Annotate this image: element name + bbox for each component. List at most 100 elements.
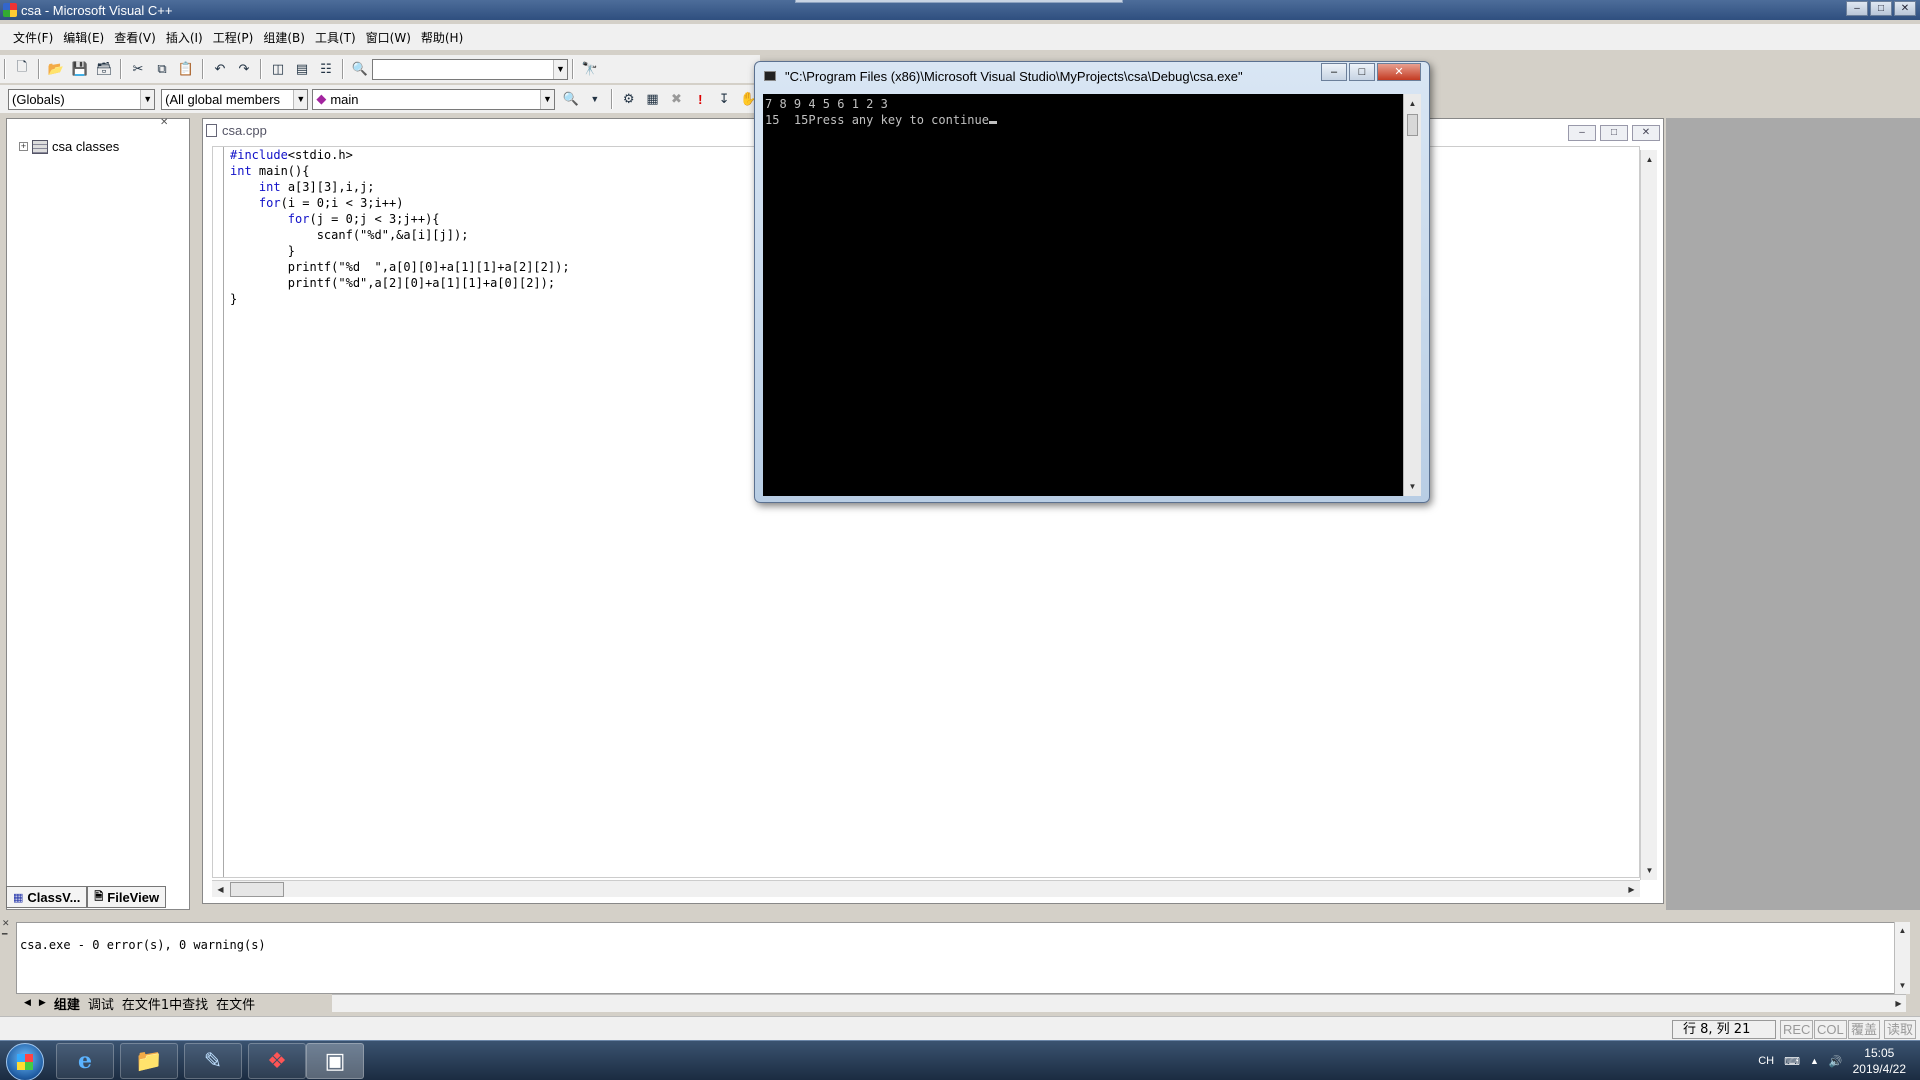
menu-help[interactable]: 帮助(H) xyxy=(416,29,468,46)
menu-file[interactable]: 文件(F) xyxy=(8,29,58,46)
code-line[interactable]: for(j = 0;j < 3;j++){ xyxy=(230,211,570,227)
output-pane-grip[interactable]: ✕ ━ xyxy=(2,918,16,1008)
console-icon[interactable] xyxy=(764,71,776,81)
open-folder-icon[interactable]: 📂 xyxy=(46,59,66,79)
dropdown-arrow-icon[interactable]: ▼ xyxy=(539,89,554,109)
scroll-down-icon[interactable]: ▼ xyxy=(1405,479,1420,494)
console-output[interactable]: 7 8 9 4 5 6 1 2 3 15 15Press any key to c… xyxy=(763,94,1403,496)
scroll-right-icon[interactable]: ▶ xyxy=(1624,882,1639,897)
menu-build[interactable]: 组建(B) xyxy=(258,29,310,46)
console-maximize-button[interactable]: □ xyxy=(1349,63,1375,81)
tab-find-in-files-1[interactable]: 在文件1中查找 xyxy=(118,994,212,1013)
visual-cpp-taskbar-icon[interactable]: ❖ xyxy=(248,1043,306,1079)
tree-root-item[interactable]: + csa classes xyxy=(19,139,119,154)
tab-build[interactable]: 组建 xyxy=(50,994,84,1013)
horizontal-scroll-thumb[interactable] xyxy=(230,882,284,897)
scroll-down-icon[interactable]: ▼ xyxy=(1642,863,1657,878)
console-scroll-thumb[interactable] xyxy=(1407,114,1418,136)
scroll-up-icon[interactable]: ▲ xyxy=(1895,923,1910,938)
compile-icon[interactable]: ⚙ xyxy=(619,89,639,109)
find-binoculars-icon[interactable]: 🔭 xyxy=(580,59,600,79)
doc-minimize-button[interactable]: – xyxy=(1568,125,1596,141)
scroll-up-icon[interactable]: ▲ xyxy=(1642,152,1657,167)
console-minimize-button[interactable]: – xyxy=(1321,63,1347,81)
close-button[interactable]: ✕ xyxy=(1894,1,1916,16)
dropdown-arrow-icon[interactable]: ▼ xyxy=(293,89,308,109)
execute-icon[interactable]: ! xyxy=(690,89,710,109)
code-line[interactable]: printf("%d ",a[0][0]+a[1][1]+a[2][2]); xyxy=(230,259,570,275)
scroll-up-icon[interactable]: ▲ xyxy=(1405,96,1420,111)
code-line[interactable]: } xyxy=(230,243,570,259)
redo-icon[interactable]: ↷ xyxy=(234,59,254,79)
dropdown-arrow-icon[interactable]: ▼ xyxy=(140,89,155,109)
editor-vertical-scrollbar[interactable]: ▲ ▼ xyxy=(1640,150,1657,880)
input-language[interactable]: CH xyxy=(1758,1055,1774,1067)
code-line[interactable]: #include<stdio.h> xyxy=(230,147,570,163)
volume-icon[interactable]: 🔊 xyxy=(1829,1055,1843,1068)
build-icon[interactable]: ▦ xyxy=(643,89,663,109)
code-line[interactable]: for(i = 0;i < 3;i++) xyxy=(230,195,570,211)
menu-tools[interactable]: 工具(T) xyxy=(310,29,361,46)
menu-edit[interactable]: 编辑(E) xyxy=(58,29,109,46)
menu-insert[interactable]: 插入(I) xyxy=(161,29,208,46)
scope-combo[interactable]: (Globals) ▼ xyxy=(8,88,156,110)
doc-restore-button[interactable]: □ xyxy=(1600,125,1628,141)
function-combo[interactable]: ◆ main ▼ xyxy=(312,88,555,110)
menu-window[interactable]: 窗口(W) xyxy=(361,29,416,46)
internet-explorer-icon[interactable]: e xyxy=(56,1043,114,1079)
output-toggle-icon[interactable]: ▤ xyxy=(292,59,312,79)
visual-cpp-app-icon[interactable] xyxy=(3,3,17,17)
tab-scroll-left-icon[interactable]: ◀ xyxy=(20,998,35,1008)
wizard-dropdown-icon[interactable]: ▼ xyxy=(585,89,605,109)
pane-close-icon[interactable]: ✕ xyxy=(160,117,168,128)
code-line[interactable]: } xyxy=(230,291,570,307)
clock[interactable]: 15:05 2019/4/22 xyxy=(1853,1045,1906,1077)
tab-find-in-files-2[interactable]: 在文件 xyxy=(212,994,259,1013)
scroll-left-icon[interactable]: ◀ xyxy=(213,882,228,897)
tab-scroll-right-icon[interactable]: ▶ xyxy=(35,998,50,1008)
console-taskbar-icon[interactable]: ▣ xyxy=(306,1043,364,1079)
wizard-action-icon[interactable]: 🔍 xyxy=(561,89,581,109)
go-debug-icon[interactable]: ↧ xyxy=(714,89,734,109)
menu-project[interactable]: 工程(P) xyxy=(208,29,259,46)
save-all-icon[interactable]: 🗃 xyxy=(94,59,114,79)
tab-classview[interactable]: ▦ ClassV... xyxy=(6,886,88,908)
editor-horizontal-scrollbar[interactable]: ◀ ▶ xyxy=(212,880,1640,897)
menu-view[interactable]: 查看(V) xyxy=(109,29,161,46)
copy-icon[interactable]: ⧉ xyxy=(152,59,172,79)
code-line[interactable]: int main(){ xyxy=(230,163,570,179)
code-line[interactable]: printf("%d",a[2][0]+a[1][1]+a[0][2]); xyxy=(230,275,570,291)
output-pane[interactable] xyxy=(16,922,1900,994)
expand-icon[interactable]: + xyxy=(19,142,28,151)
minimize-button[interactable]: – xyxy=(1846,1,1868,16)
console-close-button[interactable]: ✕ xyxy=(1377,63,1421,81)
code-text[interactable]: #include<stdio.h> int main(){ int a[3][3]… xyxy=(230,147,570,307)
output-vertical-scrollbar[interactable]: ▲ ▼ xyxy=(1894,922,1910,994)
code-line[interactable]: int a[3][3],i,j; xyxy=(230,179,570,195)
undo-icon[interactable]: ↶ xyxy=(210,59,230,79)
code-line[interactable]: scanf("%d",&a[i][j]); xyxy=(230,227,570,243)
start-button[interactable] xyxy=(6,1043,44,1080)
output-horizontal-scrollbar[interactable]: ▶ xyxy=(332,994,1906,1012)
find-in-files-icon[interactable]: 🔍 xyxy=(350,59,370,79)
keyboard-icon[interactable]: ⌨ xyxy=(1784,1055,1800,1068)
tab-fileview[interactable]: 🗎 FileView xyxy=(87,886,167,908)
console-scrollbar[interactable]: ▲ ▼ xyxy=(1403,94,1421,496)
window-list-icon[interactable]: ☷ xyxy=(316,59,336,79)
new-text-file-icon[interactable]: 🗋 xyxy=(12,59,32,79)
scroll-right-icon[interactable]: ▶ xyxy=(1891,996,1906,1011)
stop-build-icon[interactable]: ✖ xyxy=(667,89,687,109)
cut-icon[interactable]: ✂ xyxy=(128,59,148,79)
console-window[interactable]: "C:\Program Files (x86)\Microsoft Visual… xyxy=(754,61,1430,503)
restore-button[interactable]: □ xyxy=(1870,1,1892,16)
members-combo[interactable]: (All global members ▼ xyxy=(161,88,309,110)
show-hidden-icons[interactable]: ▲ xyxy=(1810,1056,1819,1066)
notepad-icon[interactable]: ✎ xyxy=(184,1043,242,1079)
scroll-down-icon[interactable]: ▼ xyxy=(1895,978,1910,993)
workspace-toggle-icon[interactable]: ◫ xyxy=(268,59,288,79)
paste-icon[interactable]: 📋 xyxy=(176,59,196,79)
tab-debug[interactable]: 调试 xyxy=(84,994,118,1013)
find-combo[interactable]: ▼ xyxy=(372,58,568,80)
dropdown-arrow-icon[interactable]: ▼ xyxy=(553,59,567,79)
file-explorer-icon[interactable]: 📁 xyxy=(120,1043,178,1079)
